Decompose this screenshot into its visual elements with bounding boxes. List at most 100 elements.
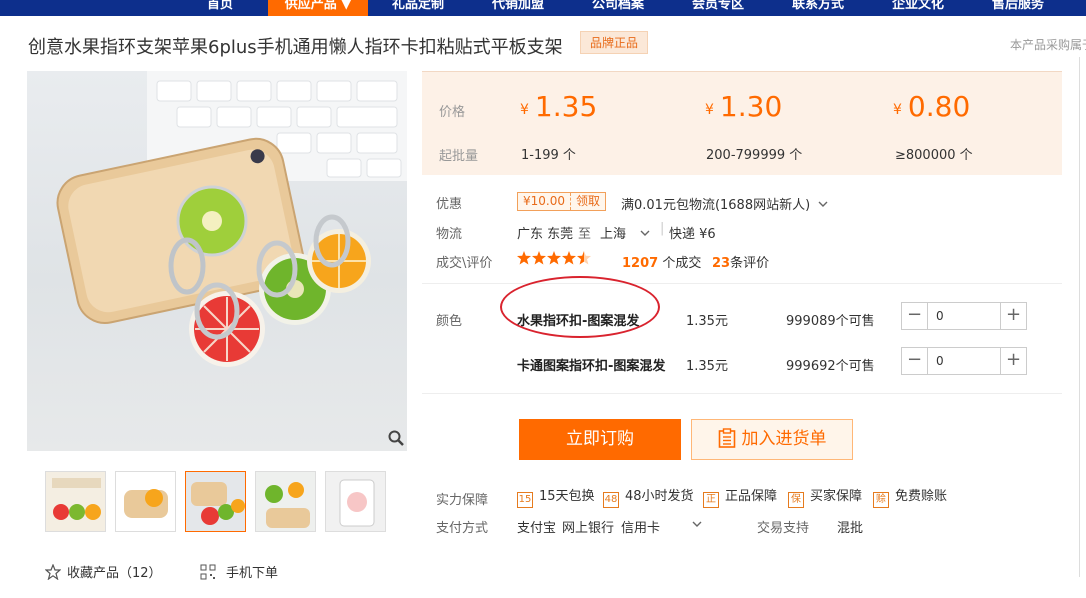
shipping-promo[interactable]: 满0.01元包物流(1688网站新人) [621, 194, 828, 213]
main-product-image[interactable] [27, 71, 407, 451]
currency-symbol: ¥ [893, 102, 902, 118]
quantity-input[interactable]: 0 [928, 303, 1000, 329]
variant-name: 卡通图案指环扣-图案混发 [517, 359, 666, 374]
divider [422, 283, 1062, 284]
nav-item-contact[interactable]: 联系方式 [778, 0, 858, 16]
divider [1079, 57, 1080, 577]
favorite-product-link[interactable]: 收藏产品（12） [44, 563, 162, 582]
price-box: 价格 起批量 ¥1.35 ¥1.30 ¥0.80 1-199 个 200-799… [422, 71, 1062, 175]
promo-label: 优惠 [436, 197, 463, 212]
guarantee-text: 48小时发货 [625, 489, 694, 504]
price-tier-2: ¥1.30 [705, 90, 782, 123]
price-value: 1.35 [534, 90, 598, 123]
guarantee-item[interactable]: 正正品保障 [703, 488, 778, 508]
nav-item-culture[interactable]: 企业文化 [878, 0, 958, 16]
guarantee-item[interactable]: 15 15天包换 [517, 488, 595, 508]
payment-more-toggle[interactable] [692, 517, 702, 532]
currency-symbol: ¥ [705, 102, 714, 118]
review-count[interactable]: 23条评价 [712, 252, 769, 271]
nav-item-company[interactable]: 公司档案 [578, 0, 658, 16]
moq-label: 起批量 [439, 149, 479, 164]
review-count-suffix: 条评价 [730, 256, 770, 271]
deals-label: 成交\评价 [436, 256, 493, 271]
product-title: 创意水果指环支架苹果6plus手机通用懒人指环卡扣粘贴式平板支架 [28, 37, 563, 58]
annotation-ellipse [500, 276, 660, 338]
add-to-cart-button[interactable]: 加入进货单 [691, 419, 853, 460]
guarantee-text: 买家保障 [810, 489, 863, 504]
deal-count-value: 1207 [622, 256, 659, 271]
nav-item-members[interactable]: 会员专区 [678, 0, 758, 16]
shipping-method: 快递 ¥6 [669, 227, 716, 242]
thumbnail-1[interactable] [45, 471, 106, 532]
trade-support-label: 交易支持 [757, 521, 810, 536]
free-credit-icon: 赊 [873, 492, 889, 508]
add-to-cart-label: 加入进货单 [741, 429, 827, 449]
guarantee-text: 免费赊账 [895, 489, 948, 504]
chevron-down-icon [818, 201, 828, 207]
nav-item-agency[interactable]: 代销加盟 [478, 0, 558, 16]
15-days-icon: 15 [517, 492, 533, 508]
thumbnail-5[interactable] [325, 471, 386, 532]
deal-count-suffix: 个成交 [662, 256, 702, 271]
coupon-claim-button[interactable]: 领取 [570, 193, 605, 210]
quantity-stepper: − 0 + [901, 302, 1027, 330]
guarantee-label: 实力保障 [436, 493, 489, 508]
color-label: 颜色 [436, 314, 463, 329]
payment-method: 信用卡 [621, 521, 661, 536]
nav-item-products[interactable]: 供应产品 ▼ [268, 0, 368, 16]
guarantee-item[interactable]: 保买家保障 [788, 488, 863, 508]
thumbnail-2[interactable] [115, 471, 176, 532]
variant-stock: 999692个可售 [786, 359, 875, 374]
ship-to-word: 至 [578, 227, 592, 242]
decrease-button[interactable]: − [902, 303, 928, 329]
deal-count[interactable]: 1207 个成交 [622, 252, 701, 271]
price-value: 1.30 [719, 90, 783, 123]
guarantee-item[interactable]: 赊免费赊账 [873, 488, 948, 508]
qty-range-1: 1-199 个 [521, 148, 576, 163]
payment-method: 网上银行 [562, 521, 615, 536]
qty-range-2: 200-799999 个 [706, 148, 803, 163]
currency-symbol: ¥ [520, 102, 529, 118]
coupon-badge[interactable]: ¥10.00 领取 [517, 192, 607, 211]
nav-item-home[interactable]: 首页 [186, 0, 254, 16]
thumbnail-3[interactable] [185, 471, 246, 532]
price-tier-3: ¥0.80 [893, 90, 970, 123]
trade-support-value: 混批 [837, 521, 864, 536]
mobile-order-label: 手机下单 [226, 566, 279, 581]
qty-range-3: ≥800000 个 [895, 148, 973, 163]
nav-item-aftersales[interactable]: 售后服务 [978, 0, 1058, 16]
variant-price: 1.35元 [686, 359, 728, 374]
quantity-input[interactable]: 0 [928, 348, 1000, 374]
separator: | [660, 221, 665, 236]
price-tier-1: ¥1.35 [520, 90, 597, 123]
qr-code-icon [200, 564, 216, 580]
48-hours-icon: 48 [603, 492, 619, 508]
favorite-label: 收藏产品（12） [67, 566, 162, 581]
zoom-icon[interactable] [388, 430, 404, 446]
quantity-stepper: − 0 + [901, 347, 1027, 375]
thumbnail-4[interactable] [255, 471, 316, 532]
mobile-order-link[interactable]: 手机下单 [200, 564, 278, 582]
price-label: 价格 [439, 105, 466, 120]
payment-method: 支付宝 [517, 521, 557, 536]
increase-button[interactable]: + [1000, 303, 1026, 329]
clipboard-icon [718, 428, 735, 448]
review-count-value: 23 [712, 256, 731, 271]
payment-label: 支付方式 [436, 521, 489, 536]
variant-price: 1.35元 [686, 314, 728, 329]
brand-badge: 品牌正品 [580, 31, 649, 54]
guarantee-text: 15天包换 [539, 489, 595, 504]
guarantee-text: 正品保障 [725, 489, 778, 504]
shipping-promo-text: 满0.01元包物流(1688网站新人) [621, 198, 811, 213]
guarantee-item[interactable]: 48 48小时发货 [603, 488, 694, 508]
ship-to-select[interactable]: 上海 [600, 223, 650, 242]
procurement-note: 本产品采购属于 [1010, 38, 1086, 52]
coupon-value: ¥10.00 [523, 194, 565, 208]
genuine-icon: 正 [703, 492, 719, 508]
buy-now-button[interactable]: 立即订购 [519, 419, 681, 460]
nav-item-gifts[interactable]: 礼品定制 [378, 0, 458, 16]
increase-button[interactable]: + [1000, 348, 1026, 374]
chevron-down-icon [640, 230, 650, 236]
decrease-button[interactable]: − [902, 348, 928, 374]
ship-to-value: 上海 [600, 227, 627, 242]
